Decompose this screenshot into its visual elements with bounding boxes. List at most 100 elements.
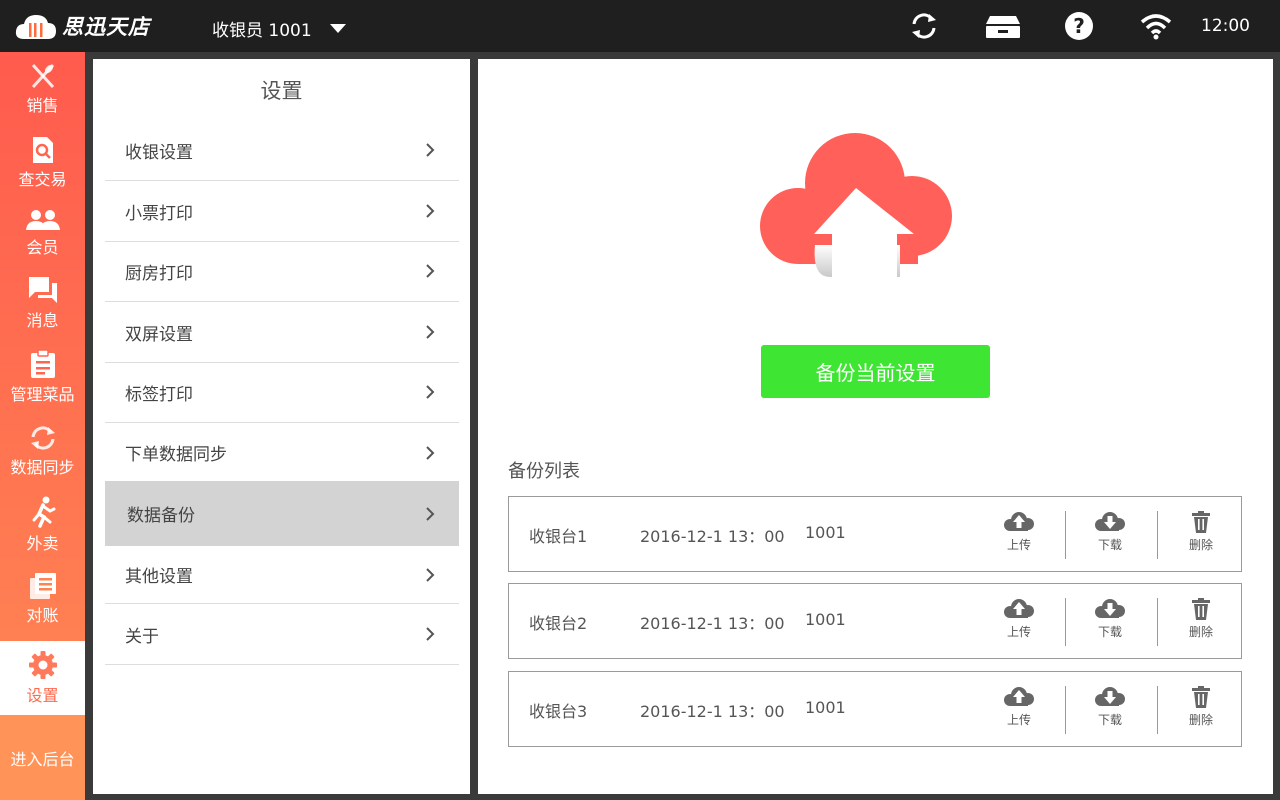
chevron-right-icon (426, 264, 435, 278)
clock: 12:00 (1201, 16, 1250, 36)
sidebar-item-sales[interactable]: 销售 (0, 52, 85, 126)
delete-button[interactable]: 删除 (1171, 685, 1231, 735)
chevron-right-icon (426, 507, 435, 521)
delete-button[interactable]: 删除 (1171, 510, 1231, 560)
sidebar-item-data-sync[interactable]: 数据同步 (0, 414, 85, 488)
row-user: 1001 (805, 523, 846, 542)
sidebar-item-label: 管理菜品 (10, 385, 75, 404)
sidebar-item-reconciliation[interactable]: 对账 (0, 562, 85, 636)
menu-item-label: 关于 (125, 626, 159, 647)
cloud-download-icon (1095, 599, 1125, 618)
utensils-icon (31, 63, 54, 89)
trash-icon (1192, 511, 1210, 533)
chevron-down-icon (329, 24, 346, 33)
menu-item-data-backup[interactable]: 数据备份 (105, 481, 459, 546)
chevron-right-icon (426, 325, 435, 339)
menu-item-order-sync[interactable]: 下单数据同步 (105, 423, 459, 481)
menu-item-label: 小票打印 (125, 203, 193, 224)
download-button[interactable]: 下载 (1080, 685, 1140, 735)
chevron-right-icon (426, 627, 435, 641)
divider (1065, 686, 1066, 734)
cloud-upload-icon (1004, 599, 1034, 618)
cloud-upload-icon (1004, 687, 1034, 706)
upload-button[interactable]: 上传 (989, 685, 1049, 735)
sidebar-item-messages[interactable]: 消息 (0, 266, 85, 340)
gear-icon (28, 651, 57, 679)
sidebar-item-label: 消息 (26, 311, 59, 330)
row-name: 收银台1 (529, 527, 588, 546)
upload-label: 上传 (1006, 538, 1031, 552)
menu-item-label: 数据备份 (127, 506, 195, 526)
sidebar-item-label: 数据同步 (10, 458, 75, 477)
cash-drawer-icon (986, 16, 1020, 38)
menu-item-receipt-print[interactable]: 小票打印 (105, 181, 459, 242)
table-row: 收银台2 2016-12-1 13：00 1001 上传 下载 删除 (508, 583, 1242, 659)
cloud-download-icon (1095, 687, 1125, 706)
ledger-icon (29, 573, 56, 599)
divider (1157, 686, 1158, 734)
main-sidebar: 销售 查交易 会员 消息 管理菜品 数据同步 外卖 对账 设置 进入后台 (0, 52, 85, 800)
chevron-right-icon (426, 204, 435, 218)
chevron-right-icon (426, 143, 435, 157)
menu-item-label: 厨房打印 (125, 263, 193, 284)
row-name: 收银台3 (529, 702, 588, 721)
menu-item-label: 标签打印 (125, 384, 193, 405)
table-row: 收银台3 2016-12-1 13：00 1001 上传 下载 删除 (508, 671, 1242, 747)
sidebar-item-label: 对账 (26, 606, 59, 625)
refresh-button[interactable] (907, 10, 941, 42)
download-label: 下载 (1097, 625, 1122, 639)
menu-item-other-settings[interactable]: 其他设置 (105, 546, 459, 604)
divider (1157, 598, 1158, 646)
sidebar-item-members[interactable]: 会员 (0, 200, 85, 266)
menu-item-about[interactable]: 关于 (105, 604, 459, 665)
upload-label: 上传 (1006, 713, 1031, 727)
trash-icon (1192, 598, 1210, 620)
row-date: 2016-12-1 13：00 (640, 614, 785, 633)
wifi-status[interactable] (1139, 10, 1173, 42)
sidebar-item-transactions[interactable]: 查交易 (0, 126, 85, 200)
sidebar-item-label: 会员 (26, 238, 59, 257)
row-date: 2016-12-1 13：00 (640, 527, 785, 546)
sidebar-item-label: 查交易 (18, 170, 67, 189)
sidebar-item-manage-dishes[interactable]: 管理菜品 (0, 340, 85, 414)
sync-icon (30, 426, 55, 450)
menu-item-dual-screen[interactable]: 双屏设置 (105, 302, 459, 363)
delete-label: 删除 (1188, 625, 1213, 639)
chevron-right-icon (426, 446, 435, 460)
cashier-selector[interactable]: 收银员 1001 (212, 16, 346, 41)
settings-menu-panel: 设置 收银设置 小票打印 厨房打印 双屏设置 标签打印 下单数据同步 数据备份 … (93, 59, 470, 794)
upload-button[interactable]: 上传 (989, 510, 1049, 560)
menu-item-label: 双屏设置 (125, 324, 193, 345)
document-search-icon (32, 137, 53, 163)
backup-list-title: 备份列表 (508, 461, 580, 482)
download-button[interactable]: 下载 (1080, 510, 1140, 560)
backup-current-settings-button[interactable]: 备份当前设置 (761, 345, 990, 398)
help-button[interactable]: ? (1062, 10, 1096, 42)
sidebar-item-takeout[interactable]: 外卖 (0, 488, 85, 562)
menu-item-label: 下单数据同步 (125, 444, 227, 465)
upload-button[interactable]: 上传 (989, 597, 1049, 647)
chat-icon (28, 277, 57, 303)
upload-label: 上传 (1006, 625, 1031, 639)
enter-backend-button[interactable]: 进入后台 (0, 715, 85, 800)
delete-button[interactable]: 删除 (1171, 597, 1231, 647)
sidebar-item-label: 设置 (26, 686, 59, 705)
menu-item-cashier-settings[interactable]: 收银设置 (105, 120, 459, 181)
divider (1157, 511, 1158, 559)
menu-item-label: 收银设置 (125, 142, 193, 163)
row-date: 2016-12-1 13：00 (640, 702, 785, 721)
sidebar-item-settings[interactable]: 设置 (0, 641, 85, 715)
menu-item-label-print[interactable]: 标签打印 (105, 362, 459, 423)
backup-content-panel: 备份当前设置 备份列表 收银台1 2016-12-1 13：00 1001 上传… (478, 59, 1273, 794)
menu-item-kitchen-print[interactable]: 厨房打印 (105, 241, 459, 302)
trash-icon (1192, 686, 1210, 708)
cloud-upload-icon (1004, 512, 1034, 531)
refresh-icon (912, 13, 936, 39)
download-label: 下载 (1097, 538, 1122, 552)
download-label: 下载 (1097, 713, 1122, 727)
download-button[interactable]: 下载 (1080, 597, 1140, 647)
clipboard-icon (30, 349, 55, 378)
cloud-download-icon (1095, 512, 1125, 531)
menu-title: 设置 (260, 79, 303, 103)
cash-drawer-button[interactable] (984, 10, 1022, 42)
